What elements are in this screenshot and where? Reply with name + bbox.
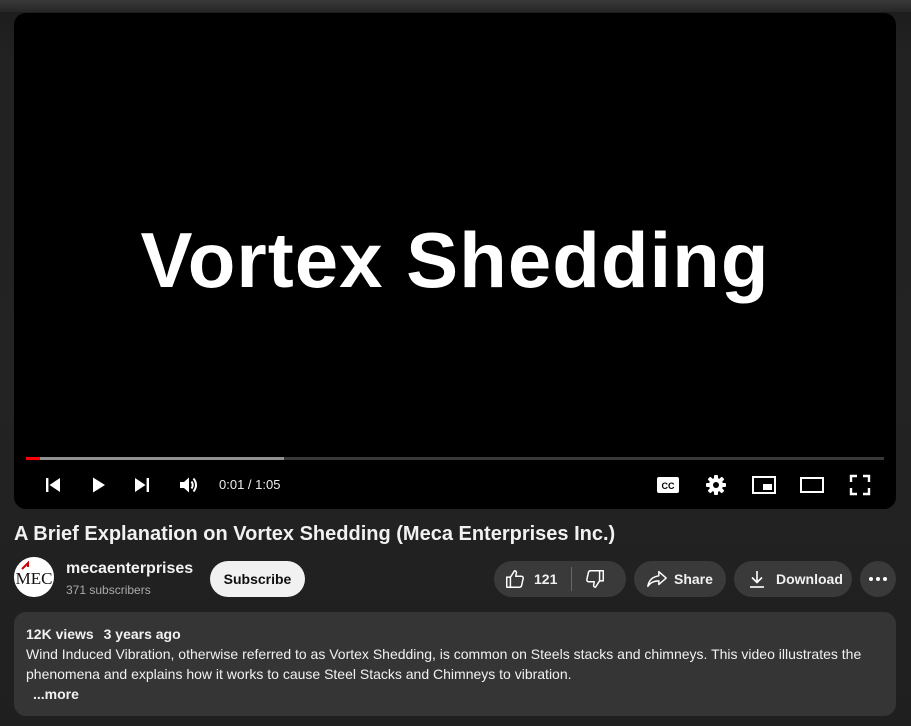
mec-logo-icon: MEC xyxy=(14,557,54,597)
share-label: Share xyxy=(674,571,713,587)
miniplayer-button[interactable] xyxy=(750,471,778,499)
subscriber-count: 371 subscribers xyxy=(66,583,151,597)
settings-button[interactable] xyxy=(702,471,730,499)
fullscreen-icon xyxy=(849,474,871,496)
previous-button[interactable] xyxy=(39,471,67,499)
volume-icon xyxy=(180,477,197,493)
volume-button[interactable] xyxy=(175,471,203,499)
description-meta: 12K views 3 years ago xyxy=(26,624,884,644)
download-label: Download xyxy=(776,571,843,587)
svg-text:CC: CC xyxy=(662,481,675,491)
svg-text:MEC: MEC xyxy=(16,569,53,588)
captions-button[interactable]: CC xyxy=(654,471,682,499)
video-title-card: Vortex Shedding xyxy=(140,216,770,304)
download-button[interactable]: Download xyxy=(734,561,852,597)
theater-mode-button[interactable] xyxy=(798,471,826,499)
settings-icon xyxy=(706,475,726,495)
miniplayer-icon xyxy=(752,476,776,494)
channel-name[interactable]: mecaenterprises xyxy=(66,560,193,578)
previous-icon xyxy=(46,478,60,492)
video-player[interactable]: Vortex Shedding 0:01 / 1:05 CC xyxy=(14,13,896,509)
progress-buffered xyxy=(26,457,285,460)
thumbs-up-icon xyxy=(506,570,524,588)
description-box[interactable]: 12K views 3 years ago Wind Induced Vibra… xyxy=(14,612,896,716)
description-text: Wind Induced Vibration, otherwise referr… xyxy=(26,646,862,682)
captions-icon: CC xyxy=(657,477,679,493)
more-actions-button[interactable] xyxy=(860,561,896,597)
share-arrow-icon xyxy=(647,570,667,588)
upload-age: 3 years ago xyxy=(103,626,181,642)
top-shade xyxy=(0,0,911,12)
theater-icon xyxy=(800,477,824,493)
progress-played xyxy=(26,457,40,460)
play-icon xyxy=(93,477,105,493)
view-count: 12K views xyxy=(26,626,94,642)
video-title: A Brief Explanation on Vortex Shedding (… xyxy=(14,523,616,545)
show-more-link[interactable]: ...more xyxy=(33,684,79,704)
thumbs-down-icon xyxy=(586,570,605,588)
more-horizontal-icon xyxy=(869,577,887,581)
next-icon xyxy=(135,478,149,492)
progress-bar[interactable] xyxy=(26,457,884,460)
play-button[interactable] xyxy=(84,471,112,499)
subscribe-button[interactable]: Subscribe xyxy=(210,561,305,597)
like-button[interactable]: 121 xyxy=(494,561,571,597)
like-dislike-group: 121 xyxy=(494,561,626,597)
channel-avatar[interactable]: MEC xyxy=(14,557,54,597)
share-button[interactable]: Share xyxy=(634,561,726,597)
like-count: 121 xyxy=(534,571,558,587)
next-button[interactable] xyxy=(128,471,156,499)
dislike-button[interactable] xyxy=(572,561,618,597)
download-icon xyxy=(750,571,764,588)
time-display: 0:01 / 1:05 xyxy=(219,477,281,492)
fullscreen-button[interactable] xyxy=(846,471,874,499)
